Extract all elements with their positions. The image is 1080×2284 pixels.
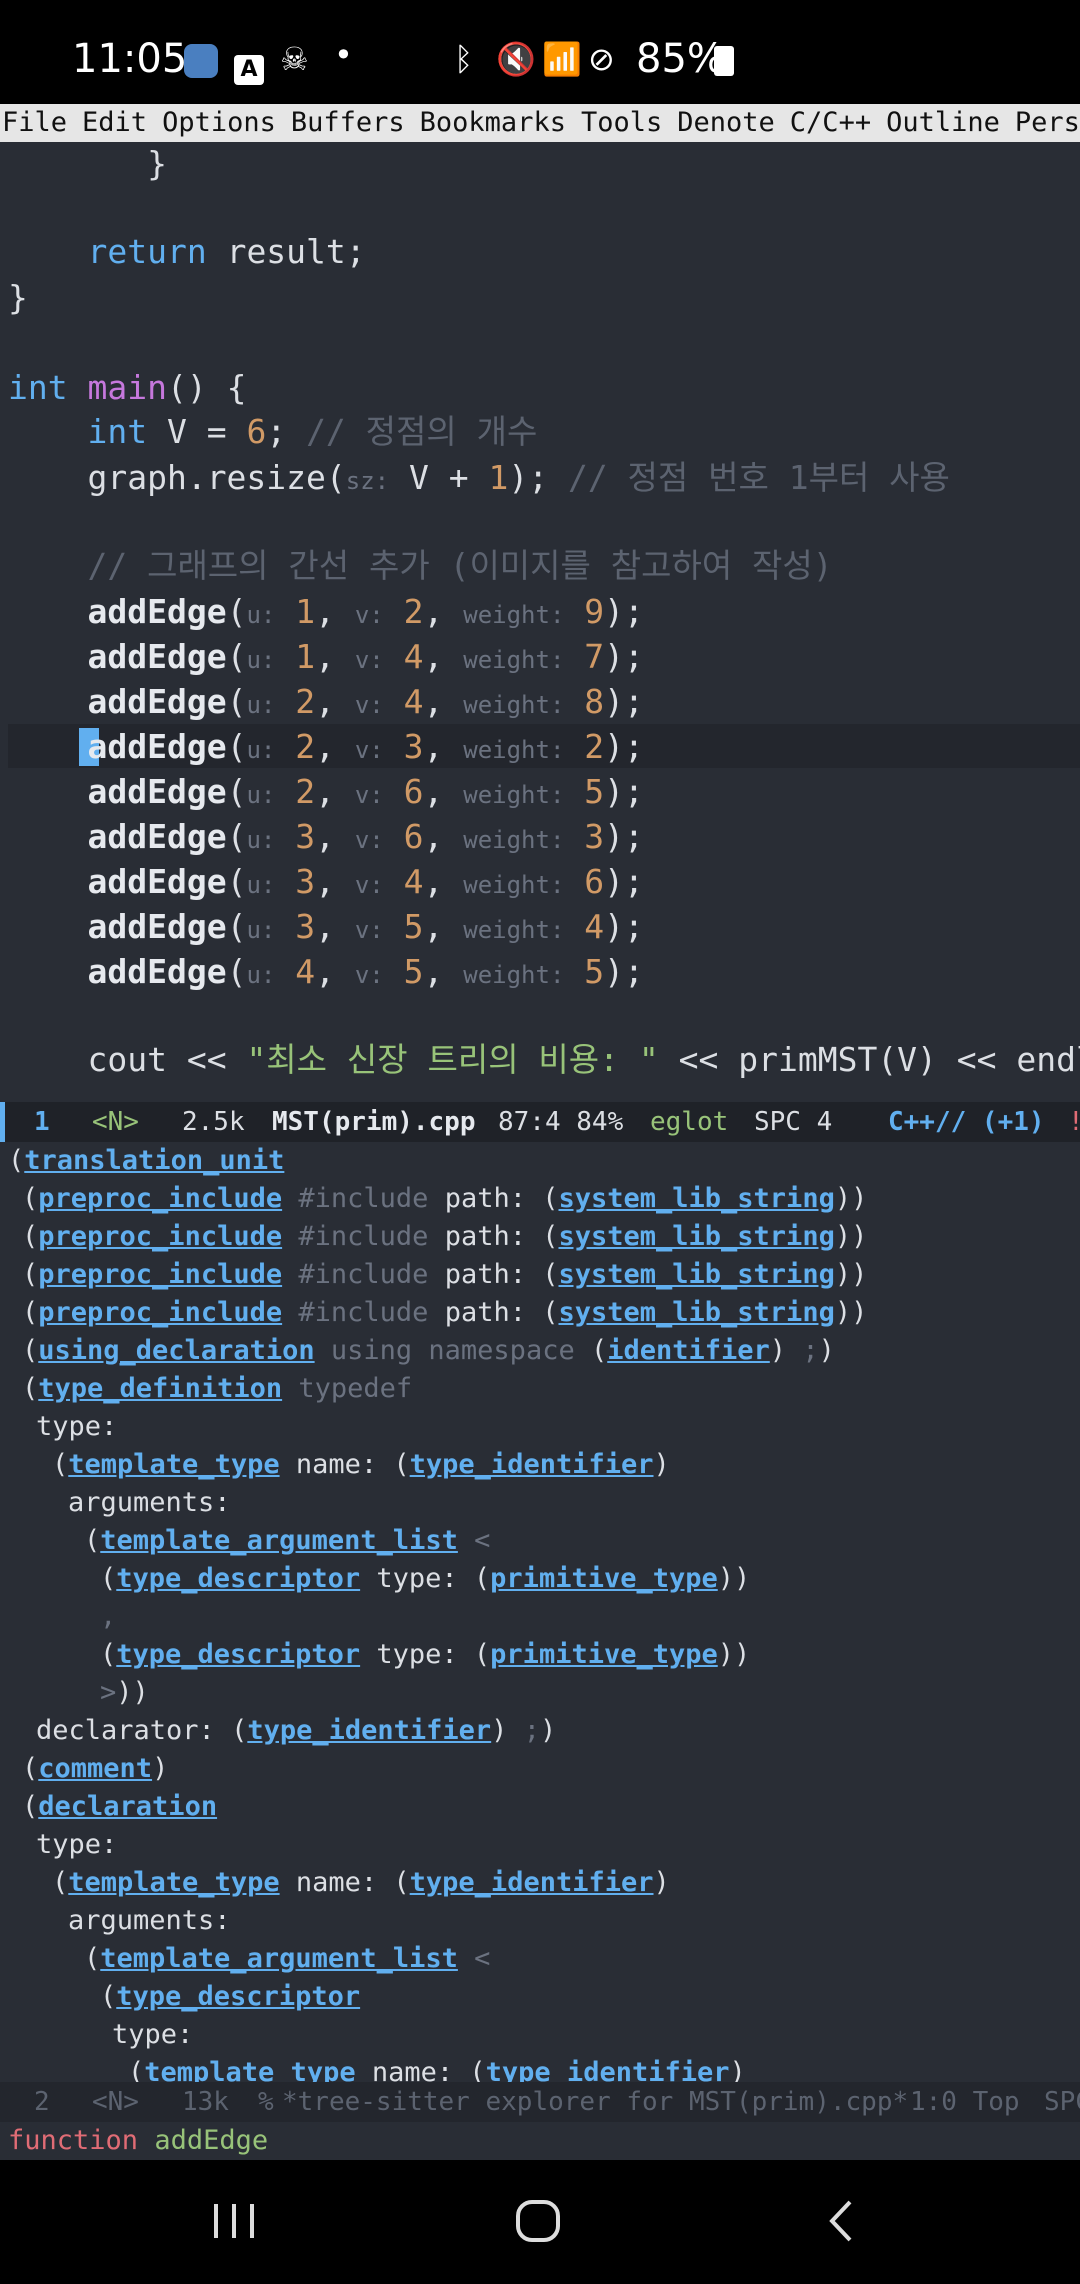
tree-line: (template_argument_list < <box>84 1943 491 1974</box>
back-button[interactable] <box>760 2160 920 2280</box>
menu-options[interactable]: Options <box>162 107 276 138</box>
battery-icon <box>714 46 734 84</box>
tree-line: (comment) <box>22 1753 169 1784</box>
tree-line: (type_descriptor type: (primitive_type)) <box>100 1639 751 1670</box>
window-number: 1 <box>34 1107 50 1137</box>
bluetooth-icon: ᛒ <box>454 40 474 78</box>
home-icon <box>516 2200 560 2242</box>
read-only-mark: % <box>258 2087 274 2117</box>
buffer-size: 13k <box>182 2087 229 2117</box>
add-edge-line: addEdge(u: 1, v: 4, weight: 7); <box>87 637 644 676</box>
code-line: cout << "최소 신장 트리의 비용: " << primMST(V) <… <box>87 1040 1080 1079</box>
buffer-name[interactable]: MST(prim).cpp <box>272 1102 476 1142</box>
status-bar: 11:05 A ☠ • ᛒ 🔇 📶 ⊘ 85% <box>0 0 1080 104</box>
do-not-disturb-icon: ⊘ <box>588 40 615 78</box>
tree-line: (translation_unit <box>8 1145 285 1176</box>
octopus-icon: ☠ <box>280 40 309 78</box>
tree-line: >)) <box>100 1677 149 1708</box>
evil-state: <N> <box>92 1107 139 1137</box>
add-edge-line: addEdge(u: 3, v: 6, weight: 3); <box>87 817 644 856</box>
mute-icon: 🔇 <box>496 40 536 78</box>
add-edge-line: addEdge(u: 2, v: 6, weight: 5); <box>87 772 644 811</box>
code-line: // 그래프의 간선 추가 (이미지를 참고하여 작성) <box>87 546 833 585</box>
window-number: 2 <box>34 2087 50 2117</box>
tree-line: (template_type name: (type_identifier) <box>52 1449 670 1480</box>
tree-line: declarator: (type_identifier) ;) <box>36 1715 557 1746</box>
tree-line: type: <box>36 1829 118 1860</box>
wifi-icon: 📶 <box>542 40 582 78</box>
tree-line: , <box>100 1601 117 1632</box>
menu-cpp[interactable]: C/C++ <box>790 107 871 138</box>
tree-line: (using_declaration using namespace (iden… <box>22 1335 835 1366</box>
mode-line-explorer: 2 <N> 13k % *tree-sitter explorer for MS… <box>0 2082 1080 2122</box>
recent-apps-button[interactable] <box>154 2160 314 2280</box>
cursor-position: 1:0 Top <box>910 2087 1020 2117</box>
mode-line-code: 1 <N> 2.5k MST(prim).cpp 87:4 84% eglot … <box>0 1102 1080 1142</box>
tree-line: (template_type name: (type_identifier) <box>128 2057 746 2082</box>
add-edge-line: addEdge(u: 2, v: 4, weight: 8); <box>87 682 644 721</box>
font-app-icon: A <box>234 46 264 85</box>
tree-line: (preproc_include #include path: (system_… <box>22 1183 868 1214</box>
recent-apps-icon <box>214 2204 254 2238</box>
tree-line: arguments: <box>68 1905 231 1936</box>
add-edge-line: addEdge(u: 1, v: 2, weight: 9); <box>87 592 644 631</box>
more-notifications-icon: • <box>334 36 353 74</box>
menu-file[interactable]: File <box>2 107 67 138</box>
tree-line: (template_argument_list < <box>84 1525 491 1556</box>
add-edge-line: addEdge(u: 4, v: 5, weight: 5); <box>87 952 644 991</box>
tree-line: (template_type name: (type_identifier) <box>52 1867 670 1898</box>
tree-sitter-explorer[interactable]: (translation_unit (preproc_include #incl… <box>0 1142 1080 2082</box>
add-edge-line: addEdge(u: 3, v: 5, weight: 4); <box>87 907 644 946</box>
indent-info: SPC <box>1044 2087 1080 2117</box>
echo-name: addEdge <box>154 2125 269 2156</box>
menu-bookmarks[interactable]: Bookmarks <box>420 107 566 138</box>
tree-line: (preproc_include #include path: (system_… <box>22 1221 868 1252</box>
tree-line: type: <box>36 1411 118 1442</box>
tree-line: (type_descriptor <box>100 1981 361 2012</box>
back-icon <box>829 2200 852 2242</box>
tree-line: (preproc_include #include path: (system_… <box>22 1297 868 1328</box>
menu-denote[interactable]: Denote <box>677 107 775 138</box>
tree-line: type: <box>112 2019 194 2050</box>
code-editor[interactable]: } return result; } int main() { int V = … <box>0 142 1080 1102</box>
major-mode[interactable]: C++// (+1) <box>888 1102 1045 1142</box>
tree-line: (preproc_include #include path: (system_… <box>22 1259 868 1290</box>
cursor-position: 87:4 84% <box>498 1107 624 1137</box>
echo-kind: function <box>8 2125 139 2156</box>
menu-outline[interactable]: Outline <box>886 107 1000 138</box>
app-notification-icon <box>184 44 218 86</box>
add-edge-line: addEdge(u: 2, v: 3, weight: 2); <box>87 727 644 766</box>
home-button[interactable] <box>458 2160 618 2280</box>
menu-tools[interactable]: Tools <box>581 107 662 138</box>
buffer-size: 2.5k <box>182 1107 245 1137</box>
tree-line: (type_descriptor type: (primitive_type)) <box>100 1563 751 1594</box>
battery-percent: 85% <box>636 36 725 82</box>
code-line: return result; <box>87 232 366 271</box>
android-nav-bar <box>0 2160 1080 2280</box>
code-line: } <box>8 278 28 317</box>
modified-flag: ! <box>1068 1102 1080 1142</box>
tree-line: (declaration <box>22 1791 218 1822</box>
code-line: int V = 6; // 정점의 개수 <box>87 412 538 451</box>
tree-line: (type_definition typedef <box>22 1373 413 1404</box>
buffer-name[interactable]: *tree-sitter explorer for MST(prim).cpp* <box>282 2082 908 2122</box>
tree-line: arguments: <box>68 1487 231 1518</box>
menu-perspective[interactable]: Perspective <box>1015 107 1080 138</box>
lsp-status[interactable]: eglot <box>650 1102 728 1142</box>
status-time: 11:05 <box>72 36 188 82</box>
indent-info: SPC 4 <box>754 1107 833 1137</box>
code-line: } <box>147 144 167 183</box>
menu-bar: File Edit Options Buffers Bookmarks Tools Deno… <box>0 104 1080 142</box>
add-edge-line: addEdge(u: 3, v: 4, weight: 6); <box>87 862 644 901</box>
menu-edit[interactable]: Edit <box>82 107 147 138</box>
evil-state: <N> <box>92 2087 139 2117</box>
code-line: int main() { <box>8 368 247 407</box>
menu-buffers[interactable]: Buffers <box>291 107 405 138</box>
echo-area: function addEdge <box>0 2122 1080 2160</box>
code-line: graph.resize(sz: V + 1); // 정점 번호 1부터 사용 <box>87 458 950 497</box>
